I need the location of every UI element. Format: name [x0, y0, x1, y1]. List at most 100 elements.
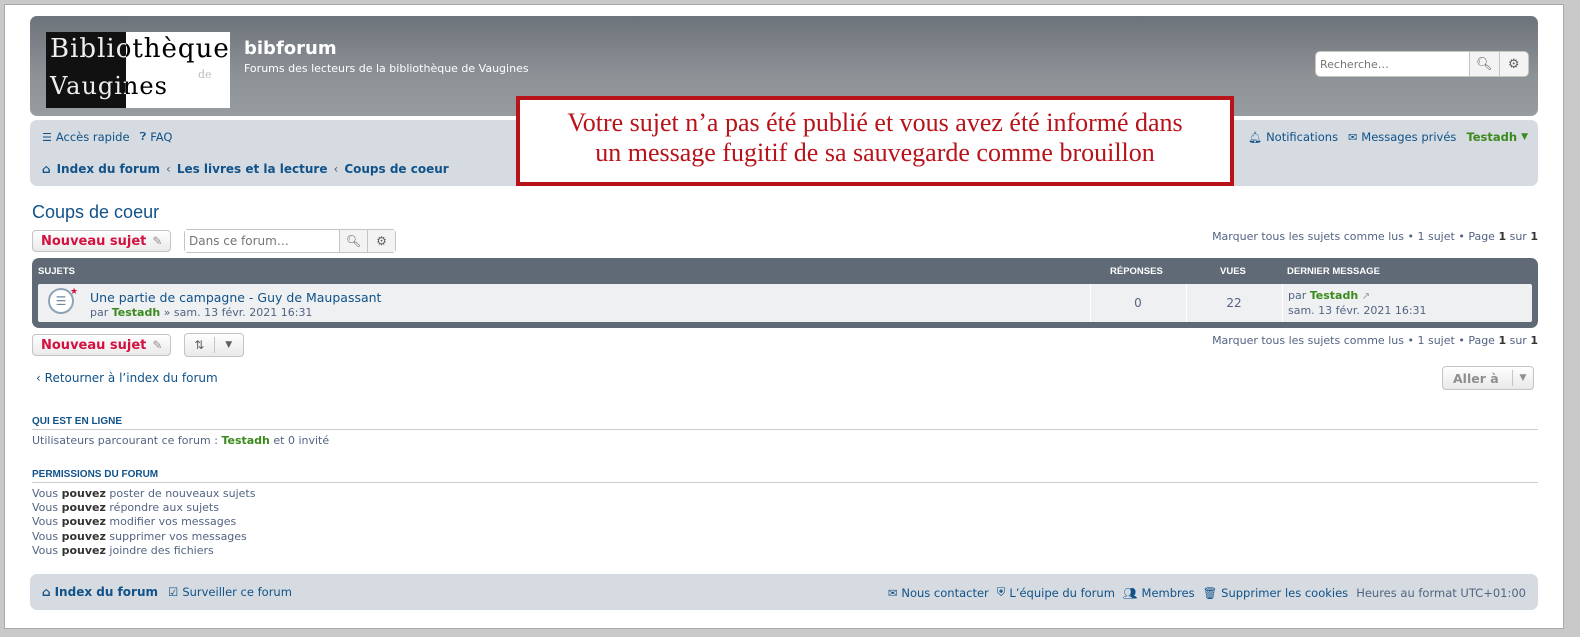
caret-down-icon: ▼ [1521, 132, 1528, 142]
gear-icon: ⚙ [376, 234, 387, 248]
forum-search: 🔍︎ ⚙ [184, 229, 396, 253]
username: Testadh [1466, 130, 1518, 144]
menu-icon: ☰ [42, 130, 52, 144]
sort-options-button[interactable]: ⇅ ▼ [184, 333, 244, 357]
pagination-bottom: Marquer tous les sujets comme lus • 1 su… [1212, 334, 1538, 347]
mark-read-link[interactable]: Marquer tous les sujets comme lus [1212, 334, 1404, 347]
topic-title-link[interactable]: Une partie de campagne - Guy de Maupassa… [90, 290, 381, 305]
header-search: 🔍︎ ⚙ [1316, 52, 1528, 76]
permissions-list: Vous pouvez poster de nouveaux sujets Vo… [32, 487, 255, 558]
online-user-link[interactable]: Testadh [221, 434, 269, 447]
permission-item: Vous pouvez supprimer vos messages [32, 529, 247, 543]
page-current: 1 [1498, 230, 1507, 243]
separator: • [1458, 230, 1465, 243]
site-logo[interactable]: Bibliothèque Vaugines de [46, 32, 230, 108]
user-menu[interactable]: Testadh ▼ [1466, 130, 1528, 144]
view-latest-post-icon[interactable]: ↗ [1362, 291, 1370, 302]
quick-links-menu[interactable]: ☰ Accès rapide [42, 130, 130, 144]
users-icon: 👥︎ [1122, 585, 1138, 600]
faq-label: FAQ [150, 130, 173, 144]
notifications-link[interactable]: 🔔︎ Notifications [1248, 130, 1338, 144]
new-topic-button[interactable]: Nouveau sujet ✎ [32, 230, 172, 252]
permission-item: Vous pouvez joindre des fichiers [32, 543, 214, 557]
page-of: sur [1509, 334, 1527, 347]
breadcrumb: ⌂ Index du forum ‹ Les livres et la lect… [42, 162, 449, 176]
contact-link[interactable]: ✉︎ Nous contacter [888, 586, 989, 600]
online-suffix: et 0 invité [273, 434, 330, 447]
breadcrumb-separator-icon: ‹ [166, 162, 171, 176]
gear-icon: ⚙ [1507, 56, 1520, 72]
team-link[interactable]: ⛨ L’équipe du forum [997, 585, 1115, 600]
members-link[interactable]: 👥︎ Membres [1123, 586, 1195, 600]
online-users: Utilisateurs parcourant ce forum : Testa… [32, 434, 329, 448]
pagination-top: Marquer tous les sujets comme lus • 1 su… [1212, 230, 1538, 243]
private-messages-link[interactable]: ✉︎ Messages privés [1348, 130, 1456, 144]
topic-count: 1 sujet [1417, 230, 1455, 243]
online-prefix: Utilisateurs parcourant ce forum : [32, 434, 218, 447]
footer-index-link[interactable]: ⌂ Index du forum [42, 585, 158, 599]
home-icon: ⌂ [42, 585, 51, 599]
pencil-icon: ✎ [152, 338, 163, 352]
forum-search-input[interactable] [185, 230, 339, 252]
bell-icon: 🔔︎ [1248, 130, 1263, 144]
delete-cookies-label: Supprimer les cookies [1221, 585, 1349, 600]
topic-meta: par Testadh » sam. 13 févr. 2021 16:31 [90, 306, 312, 319]
forum-title[interactable]: Coups de coeur [32, 202, 159, 223]
mark-read-link[interactable]: Marquer tous les sujets comme lus [1212, 230, 1404, 243]
back-label: Retourner à l’index du forum [44, 371, 218, 385]
topic-last-post: par Testadh ↗ sam. 13 févr. 2021 16:31 [1288, 289, 1427, 318]
shield-icon: ⛨ [996, 585, 1006, 599]
search-button[interactable]: 🔍︎ [1469, 52, 1499, 76]
permission-item: Vous pouvez poster de nouveaux sujets [32, 487, 256, 500]
topic-date: » sam. 13 févr. 2021 16:31 [163, 306, 313, 319]
topic-replies: 0 [1134, 296, 1142, 310]
jump-to-button[interactable]: Aller à ▼ [1442, 366, 1534, 390]
breadcrumb-index[interactable]: Index du forum [57, 162, 160, 176]
new-topic-label: Nouveau sujet [41, 233, 147, 249]
delete-cookies-link[interactable]: 🗑︎ Supprimer les cookies [1203, 586, 1349, 600]
page-label: Page [1468, 334, 1495, 347]
separator: • [1407, 334, 1414, 347]
inbox-icon: ✉︎ [1348, 130, 1358, 144]
watch-forum-link[interactable]: ☑ Surveiller ce forum [168, 585, 292, 599]
permission-item: Vous pouvez répondre aux sujets [32, 501, 219, 515]
footer-navbar: ⌂ Index du forum ☑ Surveiller ce forum ✉… [30, 574, 1538, 610]
page-label: Page [1468, 230, 1495, 243]
sort-icon: ⇅ [194, 338, 205, 352]
faq-link[interactable]: ❓︎ FAQ [140, 130, 173, 144]
search-input[interactable] [1316, 52, 1469, 76]
page-current: 1 [1498, 334, 1507, 347]
breadcrumb-forum[interactable]: Coups de coeur [344, 162, 448, 176]
logo-line2: Vaugines [50, 72, 168, 100]
page-of: sur [1509, 230, 1527, 243]
breadcrumb-category[interactable]: Les livres et la lecture [177, 162, 328, 176]
header-views: VUES [1220, 266, 1246, 277]
permissions-heading: PERMISSIONS DU FORUM [32, 469, 1538, 483]
last-date: sam. 13 févr. 2021 16:31 [1288, 304, 1427, 317]
contact-label: Nous contacter [901, 585, 989, 600]
back-to-index-link[interactable]: ‹ Retourner à l’index du forum [36, 371, 218, 385]
header-replies: RÉPONSES [1110, 266, 1163, 277]
advanced-search-button[interactable]: ⚙ [1498, 52, 1528, 76]
question-icon: ❓︎ [139, 130, 147, 143]
checkbox-icon: ☑ [168, 585, 179, 599]
forum-search-button[interactable]: 🔍︎ [339, 230, 367, 252]
search-icon: 🔍︎ [1475, 56, 1493, 72]
private-messages-label: Messages privés [1361, 130, 1457, 144]
new-topic-button-bottom[interactable]: Nouveau sujet ✎ [32, 334, 172, 356]
table-row: ☰ ★ Une partie de campagne - Guy de Maup… [38, 284, 1532, 322]
by-label: par [90, 306, 109, 319]
watch-forum-label: Surveiller ce forum [182, 585, 292, 599]
trash-icon: 🗑︎ [1202, 585, 1218, 600]
logo-line1: Bibliothèque [50, 34, 230, 64]
who-is-online-heading[interactable]: QUI EST EN LIGNE [32, 416, 1538, 430]
header-topics: SUJETS [38, 266, 75, 277]
forum-advanced-search-button[interactable]: ⚙ [367, 230, 395, 252]
topic-views: 22 [1226, 296, 1242, 310]
home-icon: ⌂ [42, 162, 51, 176]
site-title[interactable]: bibforum [244, 38, 337, 59]
timezone-text: Heures au format UTC+01:00 [1356, 585, 1526, 600]
last-author-link[interactable]: Testadh [1310, 289, 1358, 302]
breadcrumb-separator-icon: ‹ [333, 162, 339, 176]
topic-author-link[interactable]: Testadh [112, 306, 160, 319]
